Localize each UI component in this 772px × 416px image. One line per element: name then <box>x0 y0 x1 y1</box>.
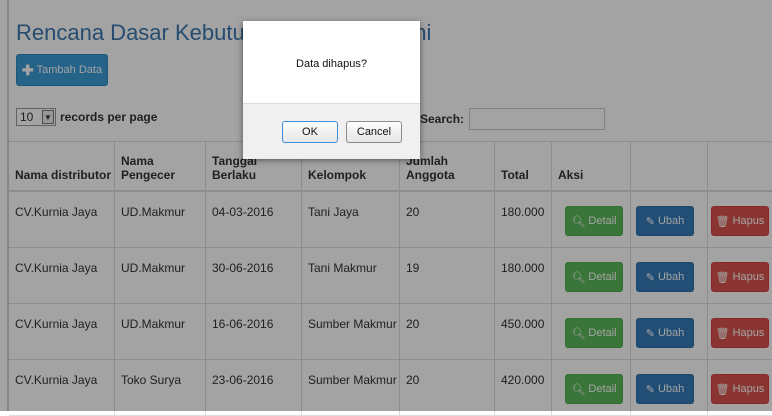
dialog-message: Data dihapus? <box>296 58 367 70</box>
page: Rencana Dasar Kebutuhan Kelompok Tani ✚ … <box>0 0 772 416</box>
cancel-button[interactable]: Cancel <box>346 121 402 143</box>
ok-button[interactable]: OK <box>282 121 338 143</box>
confirm-dialog: Data dihapus? OK Cancel <box>243 21 420 159</box>
dialog-footer: OK Cancel <box>243 103 420 159</box>
